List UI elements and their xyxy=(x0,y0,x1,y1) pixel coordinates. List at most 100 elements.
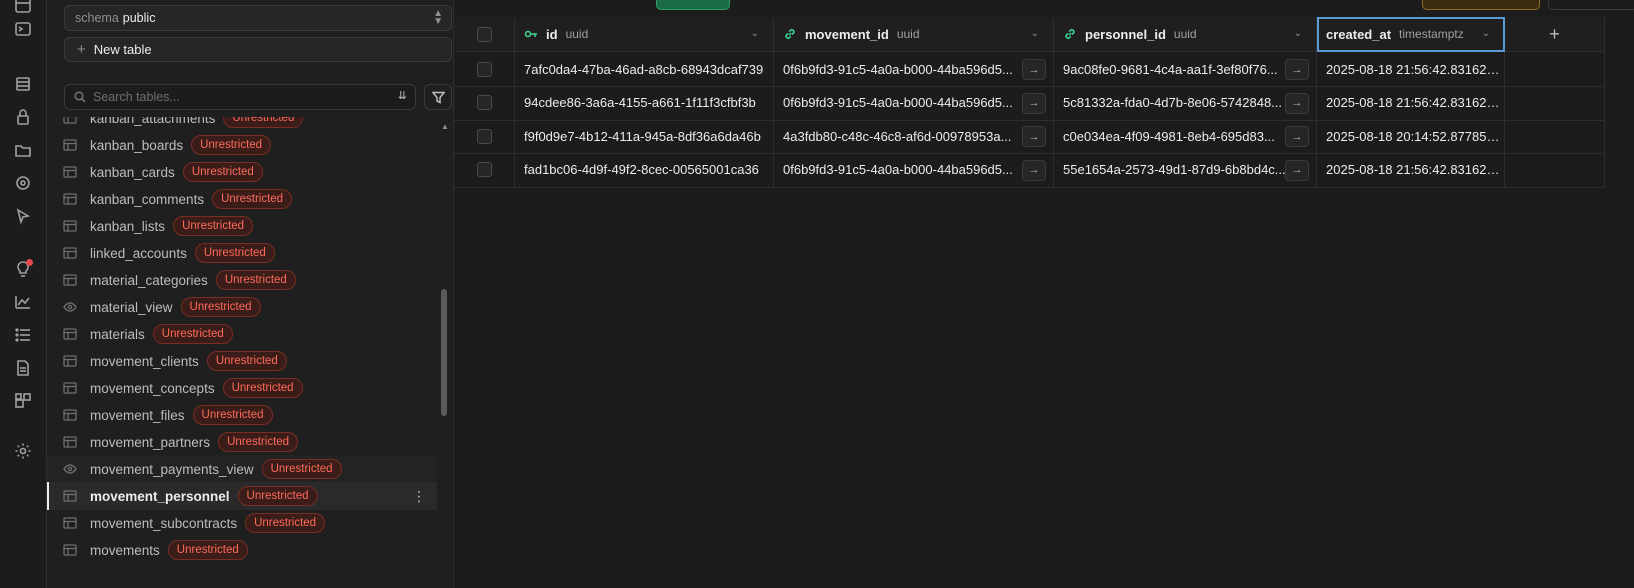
sidebar-table-item[interactable]: material_view Unrestricted xyxy=(47,293,437,321)
database-icon[interactable] xyxy=(12,73,34,95)
sidebar-table-item[interactable]: movement_partners Unrestricted xyxy=(47,428,437,456)
chevrons-down-icon[interactable]: ⇊ xyxy=(398,89,407,102)
nav-rail xyxy=(0,0,47,588)
status-badge: Unrestricted xyxy=(191,135,272,155)
edge-functions-icon[interactable] xyxy=(12,205,34,227)
cell-movement-id[interactable]: 0f6b9fd3-91c5-4a0a-b000-44ba596d5... → xyxy=(774,85,1054,121)
table-row[interactable]: f9f0d9e7-4b12-411a-945a-8df36a6da46b 4a3f… xyxy=(454,119,1605,154)
column-header-id[interactable]: id uuid ⌄ xyxy=(515,17,774,52)
cell-created-at[interactable]: 2025-08-18 21:56:42.831624+00 xyxy=(1317,52,1505,87)
table-name: movement_subcontracts xyxy=(90,515,238,531)
sidebar-table-item[interactable]: kanban_lists Unrestricted xyxy=(47,212,437,240)
sidebar-table-item[interactable]: material_categories Unrestricted xyxy=(47,266,437,294)
cell-movement-id[interactable]: 0f6b9fd3-91c5-4a0a-b000-44ba596d5... → xyxy=(774,152,1054,188)
cell-movement-id[interactable]: 0f6b9fd3-91c5-4a0a-b000-44ba596d5... → xyxy=(774,52,1054,87)
api-docs-icon[interactable] xyxy=(12,357,34,379)
chevron-down-icon[interactable]: ⌄ xyxy=(1482,28,1490,39)
column-type: timestamptz xyxy=(1399,27,1464,41)
table-row[interactable]: 94cdee86-3a6a-4155-a661-1f11f3cfbf3b 0f6b… xyxy=(454,85,1605,121)
cell-personnel-id[interactable]: c0e034ea-4f09-4981-8eb4-695d83... → xyxy=(1054,119,1317,154)
chevron-down-icon[interactable]: ⌄ xyxy=(1294,28,1302,39)
settings-gear-icon[interactable] xyxy=(12,440,34,462)
row-checkbox[interactable] xyxy=(476,61,492,77)
sidebar-table-item[interactable]: movement_concepts Unrestricted xyxy=(47,374,437,402)
table-row[interactable]: fad1bc06-4d9f-49f2-8cec-00565001ca36 0f6b… xyxy=(454,152,1605,188)
cell-created-at[interactable]: 2025-08-18 21:56:42.831624+00 xyxy=(1317,85,1505,121)
sql-editor-icon[interactable] xyxy=(12,18,34,40)
cell-value: 0f6b9fd3-91c5-4a0a-b000-44ba596d5... xyxy=(783,162,1013,177)
integrations-icon[interactable] xyxy=(12,390,34,412)
cell-created-at[interactable]: 2025-08-18 21:56:42.831624+00 xyxy=(1317,152,1505,188)
table-row[interactable]: 7afc0da4-47ba-46ad-a8cb-68943dcaf739 0f6b… xyxy=(454,52,1605,87)
cell-personnel-id[interactable]: 5c81332a-fda0-4d7b-8e06-5742848... → xyxy=(1054,85,1317,121)
scroll-up-arrow-icon[interactable]: ▲ xyxy=(441,122,449,131)
plus-icon: + xyxy=(1549,23,1560,44)
select-all-checkbox[interactable] xyxy=(476,26,492,42)
insert-button[interactable] xyxy=(656,0,730,10)
status-badge: Unrestricted xyxy=(237,486,318,506)
advisors-icon[interactable] xyxy=(12,258,34,280)
sidebar-table-item[interactable]: kanban_cards Unrestricted xyxy=(47,158,437,186)
table-icon xyxy=(63,165,77,179)
column-name: created_at xyxy=(1326,26,1392,42)
arrow-right-icon[interactable]: → xyxy=(1022,59,1046,80)
table-icon xyxy=(63,246,77,260)
table-editor-icon[interactable] xyxy=(12,0,34,16)
sidebar-table-item[interactable]: kanban_attachments Unrestricted xyxy=(47,117,437,132)
table-name: kanban_cards xyxy=(90,164,175,180)
sidebar-table-item[interactable]: movement_personnel Unrestricted ⋮ xyxy=(47,482,437,510)
cell-movement-id[interactable]: 4a3fdb80-c48c-46c8-af6d-00978953a... → xyxy=(774,119,1054,154)
sidebar-scrollbar[interactable]: ▲ xyxy=(440,122,449,588)
cell-id[interactable]: 7afc0da4-47ba-46ad-a8cb-68943dcaf739 xyxy=(515,52,774,87)
more-vertical-icon[interactable]: ⋮ xyxy=(412,488,426,505)
row-checkbox[interactable] xyxy=(476,95,492,110)
arrow-right-icon[interactable]: → xyxy=(1285,92,1309,114)
status-badge: Unrestricted xyxy=(223,117,304,128)
sidebar-table-item[interactable]: movement_files Unrestricted xyxy=(47,401,437,429)
authentication-icon[interactable] xyxy=(12,106,34,128)
cell-created-at[interactable]: 2025-08-18 20:14:52.877858+00 xyxy=(1317,119,1505,154)
sidebar-table-item[interactable]: materials Unrestricted xyxy=(47,320,437,348)
toolbar-extra-button[interactable] xyxy=(1548,0,1634,10)
arrow-right-icon[interactable]: → xyxy=(1022,159,1046,181)
table-icon xyxy=(63,117,77,125)
cell-id[interactable]: f9f0d9e7-4b12-411a-945a-8df36a6da46b xyxy=(515,119,774,154)
filter-button[interactable] xyxy=(424,84,452,110)
scrollbar-thumb[interactable] xyxy=(441,289,447,416)
storage-icon[interactable] xyxy=(12,139,34,161)
sidebar-table-item[interactable]: movement_subcontracts Unrestricted xyxy=(47,509,437,537)
cell-id[interactable]: 94cdee86-3a6a-4155-a661-1f11f3cfbf3b xyxy=(515,85,774,121)
realtime-icon[interactable] xyxy=(12,172,34,194)
arrow-right-icon[interactable]: → xyxy=(1022,126,1046,147)
chevron-down-icon[interactable]: ⌄ xyxy=(751,28,759,39)
rls-disabled-button[interactable] xyxy=(1422,0,1540,10)
sidebar-table-item[interactable]: kanban_boards Unrestricted xyxy=(47,131,437,159)
table-icon xyxy=(63,327,77,341)
add-column-button[interactable]: + xyxy=(1505,17,1605,52)
new-table-button[interactable]: + New table xyxy=(64,37,452,62)
row-checkbox[interactable] xyxy=(476,162,492,177)
cell-id[interactable]: fad1bc06-4d9f-49f2-8cec-00565001ca36 xyxy=(515,152,774,188)
new-table-label: New table xyxy=(93,42,152,57)
arrow-right-icon[interactable]: → xyxy=(1022,92,1046,114)
reports-icon[interactable] xyxy=(12,291,34,313)
sidebar-table-item[interactable]: movements Unrestricted xyxy=(47,536,437,564)
sidebar-table-item[interactable]: kanban_comments Unrestricted xyxy=(47,185,437,213)
table-icon xyxy=(63,192,77,206)
chevron-down-icon[interactable]: ⌄ xyxy=(1031,28,1039,39)
column-header-created-at[interactable]: created_at timestamptz ⌄ xyxy=(1317,17,1505,52)
arrow-right-icon[interactable]: → xyxy=(1285,126,1309,147)
sidebar-table-item[interactable]: movement_payments_view Unrestricted xyxy=(47,455,437,483)
sidebar-table-item[interactable]: linked_accounts Unrestricted xyxy=(47,239,437,267)
search-tables-input[interactable]: Search tables... ⇊ xyxy=(64,84,416,110)
cell-personnel-id[interactable]: 9ac08fe0-9681-4c4a-aa1f-3ef80f76... → xyxy=(1054,52,1317,87)
column-header-personnel-id[interactable]: personnel_id uuid ⌄ xyxy=(1054,17,1317,52)
arrow-right-icon[interactable]: → xyxy=(1285,159,1309,181)
row-checkbox[interactable] xyxy=(476,128,492,144)
sidebar-table-item[interactable]: movement_clients Unrestricted xyxy=(47,347,437,375)
cell-personnel-id[interactable]: 55e1654a-2573-49d1-87d9-6b8bd4c... → xyxy=(1054,152,1317,188)
column-header-movement-id[interactable]: movement_id uuid ⌄ xyxy=(774,17,1054,52)
arrow-right-icon[interactable]: → xyxy=(1285,59,1309,80)
logs-icon[interactable] xyxy=(12,324,34,346)
schema-selector[interactable]: schema public ▲ ▼ xyxy=(64,5,452,31)
